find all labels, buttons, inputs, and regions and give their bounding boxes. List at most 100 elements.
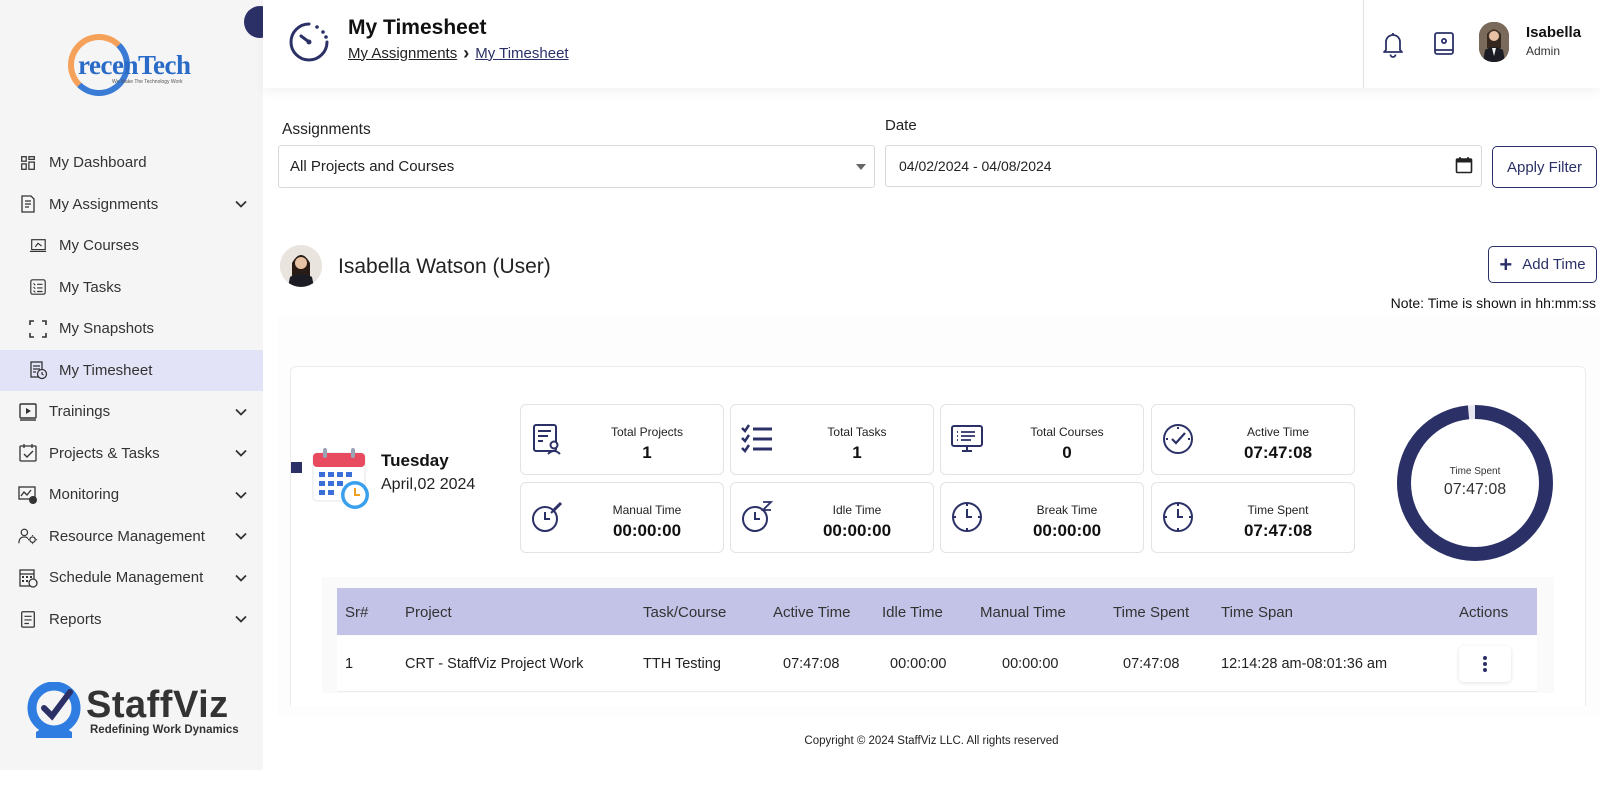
bell-icon[interactable] [1380,30,1406,58]
sidebar-item-reports[interactable]: Reports [0,599,263,641]
date-range-input[interactable]: 04/02/2024 - 04/08/2024 [885,145,1482,187]
stat-value: 07:47:08 [1243,521,1313,540]
chevron-down-icon[interactable] [232,610,250,628]
breadcrumb-my-timesheet[interactable]: My Timesheet [475,45,568,62]
stat-card-total-projects: Total Projects 1 [520,404,724,475]
table-row: 1 CRT - StaffViz Project Work TTH Testing 0… [337,636,1537,692]
staffviz-tagline: Redefining Work Dynamics [90,724,239,736]
sidebar-item-label: Reports [49,610,102,628]
table-cell: 07:47:08 [1123,656,1180,672]
kebab-menu-icon [1483,656,1487,672]
day-date: April,02 2024 [381,476,476,493]
stat-title: Time Spent [1247,503,1309,517]
assignments-icon [18,194,38,214]
column-header-task-course: Task/Course [643,604,727,621]
stat-card-idle-time: Idle Time 00:00:00 [730,482,934,553]
header-user-role: Admin [1526,44,1561,58]
calendar-icon[interactable] [1455,156,1473,174]
header-avatar[interactable] [1479,22,1509,62]
table-cell: 00:00:00 [890,656,947,672]
manual-time-icon [529,499,565,535]
sidebar-item-my-timesheet[interactable]: My Timesheet [0,349,263,391]
calendar-clock-icon [312,448,369,509]
monitoring-icon [18,485,38,505]
stat-card-total-tasks: Total Tasks 1 [730,404,934,475]
trainings-icon [18,402,38,422]
sidebar-item-my-tasks[interactable]: My Tasks [0,267,263,309]
resource-icon [18,526,38,546]
sidebar-item-my-dashboard[interactable]: My Dashboard [0,142,263,184]
plus-icon: + [1499,251,1513,277]
sidebar-item-monitoring[interactable]: Monitoring [0,474,263,516]
table-cell: 00:00:00 [1002,656,1059,672]
manual-book-icon[interactable] [1431,30,1457,58]
column-header-time-spent: Time Spent [1113,604,1190,621]
chevron-down-icon[interactable] [232,195,250,213]
app-root: recenTech We Make The Technology Work My… [0,0,1600,792]
tasks-icon [28,277,48,297]
column-header-time-span: Time Span [1221,604,1293,621]
sidebar-item-my-snapshots[interactable]: My Snapshots [0,308,263,350]
table-cell: 07:47:08 [783,656,840,672]
sidebar-item-label: My Courses [59,237,140,255]
copyright-text: Copyright © 2024 StaffViz LLC. All right… [804,735,1059,747]
chevron-down-icon[interactable] [232,403,250,421]
projects-stat-icon [529,421,565,457]
sidebar-item-label: My Timesheet [59,361,153,379]
company-logo[interactable]: recenTech We Make The Technology Work [64,32,200,104]
sidebar-item-my-assignments[interactable]: My Assignments [0,184,263,226]
sidebar-bottom-strip [0,770,263,792]
stat-value: 0 [1062,443,1072,462]
table-cell: 12:14:28 am-08:01:36 am [1221,656,1388,672]
header-user-name: Isabella [1526,24,1582,41]
chevron-down-icon[interactable] [232,486,250,504]
caret-down-icon [856,164,866,170]
top-header: My Timesheet My Assignments › My Timeshe… [263,0,1600,88]
breadcrumb-separator-icon: › [463,43,470,63]
assignments-select[interactable]: All Projects and Courses [278,145,875,188]
sidebar-item-label: Trainings [49,403,111,421]
sidebar-item-trainings[interactable]: Trainings [0,391,263,433]
sidebar-item-label: Monitoring [49,486,120,504]
row-actions-button[interactable] [1459,646,1511,682]
chevron-down-icon[interactable] [232,527,250,545]
staffviz-logo: StaffViz Redefining Work Dynamics [24,680,254,744]
stat-title: Total Projects [610,425,684,439]
logo-wordmark: recenTech [78,50,191,80]
header-divider [1363,0,1364,88]
stat-value: 00:00:00 [1032,521,1102,540]
sidebar-item-projects-tasks[interactable]: Projects & Tasks [0,433,263,475]
table-cell: TTH Testing [643,656,721,672]
stat-value: 00:00:00 [822,521,892,540]
add-time-button[interactable]: + Add Time [1488,246,1597,283]
donut-value: 07:47:08 [1443,481,1507,498]
stat-title: Idle Time [832,503,882,517]
chevron-down-icon[interactable] [232,444,250,462]
schedule-icon [18,568,38,588]
courses-icon [28,236,48,256]
table-cell: 1 [345,656,354,672]
stat-title: Total Courses [1030,425,1104,439]
table-cell: CRT - StaffViz Project Work [405,656,584,672]
logo-tagline: We Make The Technology Work [112,79,183,85]
apply-filter-button[interactable]: Apply Filter [1492,146,1597,188]
stat-card-manual-time: Manual Time 00:00:00 [520,482,724,553]
sidebar-item-schedule-management[interactable]: Schedule Management [0,557,263,599]
add-time-label: Add Time [1522,256,1586,273]
projects-icon [18,443,38,463]
breadcrumb-my-assignments[interactable]: My Assignments [348,45,457,62]
assignments-label: Assignments [282,121,371,138]
stat-title: Break Time [1036,503,1098,517]
sidebar-item-my-courses[interactable]: My Courses [0,225,263,267]
donut-label: Time Spent [1449,466,1501,477]
dashboard-icon [18,153,38,173]
date-label: Date [885,117,917,134]
breadcrumb: My Assignments › My Timesheet [348,44,569,62]
staffviz-mark-icon [27,682,81,738]
sidebar-item-resource-management[interactable]: Resource Management [0,516,263,558]
date-range-value: 04/02/2024 - 04/08/2024 [899,158,1052,174]
time-format-note: Note: Time is shown in hh:mm:ss [1390,295,1596,311]
column-header-project: Project [405,604,452,621]
chevron-down-icon[interactable] [232,569,250,587]
column-header-idle-time: Idle Time [882,604,943,621]
